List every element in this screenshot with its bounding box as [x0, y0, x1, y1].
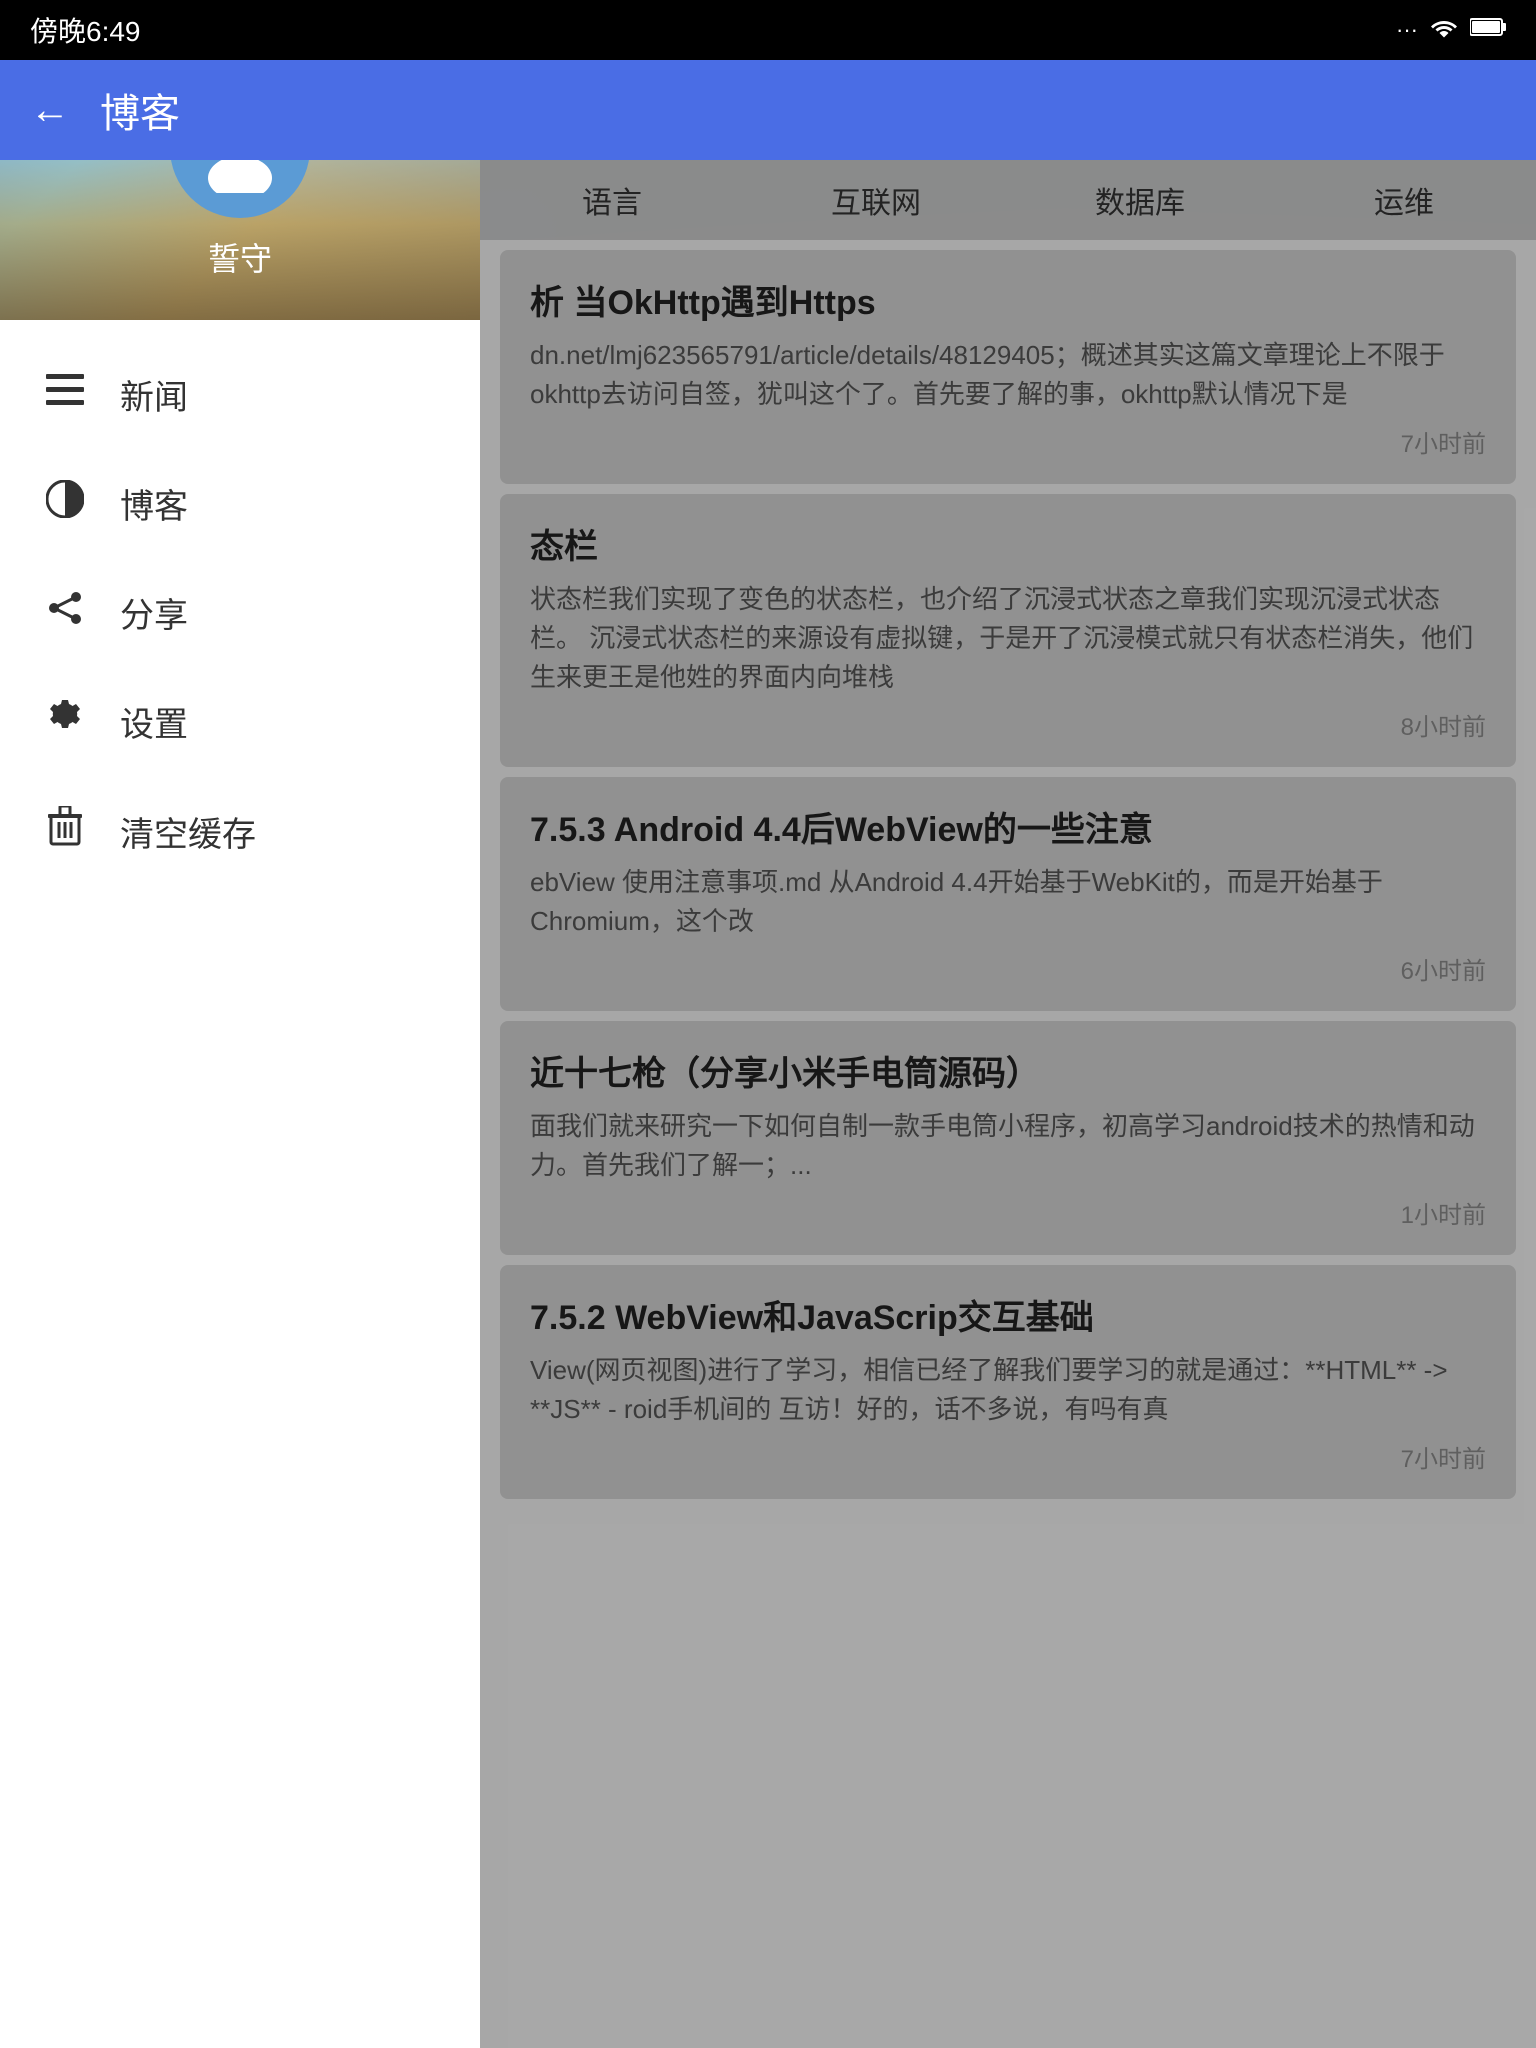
sidebar-item-clear-cache[interactable]: 清空缓存 [0, 776, 480, 886]
sidebar-item-settings[interactable]: 设置 [0, 667, 480, 776]
battery-icon [1470, 17, 1506, 43]
page-title: 博客 [100, 81, 180, 139]
username: 誓守 [208, 234, 272, 280]
list-icon [40, 373, 90, 416]
sidebar-item-news[interactable]: 新闻 [0, 340, 480, 449]
app-bar: ← 博客 [0, 60, 1536, 160]
drawer-menu: 新闻 博客 分享 [0, 320, 480, 2048]
trash-icon [40, 806, 90, 856]
status-time: 傍晚6:49 [30, 10, 141, 50]
status-icons: ··· [1396, 16, 1506, 44]
gear-icon [40, 698, 90, 746]
sidebar-item-label: 清空缓存 [120, 807, 256, 856]
back-button[interactable]: ← [30, 88, 70, 133]
sidebar-item-blog[interactable]: 博客 [0, 449, 480, 558]
blog-icon [40, 480, 90, 528]
share-icon [40, 589, 90, 637]
navigation-drawer: 誓守 新闻 博客 [0, 0, 480, 2048]
status-bar: 傍晚6:49 ··· [0, 0, 1536, 60]
sidebar-item-label: 新闻 [120, 370, 188, 419]
sidebar-item-label: 分享 [120, 588, 188, 637]
sidebar-item-label: 设置 [120, 697, 188, 746]
sidebar-item-share[interactable]: 分享 [0, 558, 480, 667]
sidebar-item-label: 博客 [120, 479, 188, 528]
wifi-icon [1430, 16, 1458, 44]
signal-icon: ··· [1396, 17, 1418, 43]
